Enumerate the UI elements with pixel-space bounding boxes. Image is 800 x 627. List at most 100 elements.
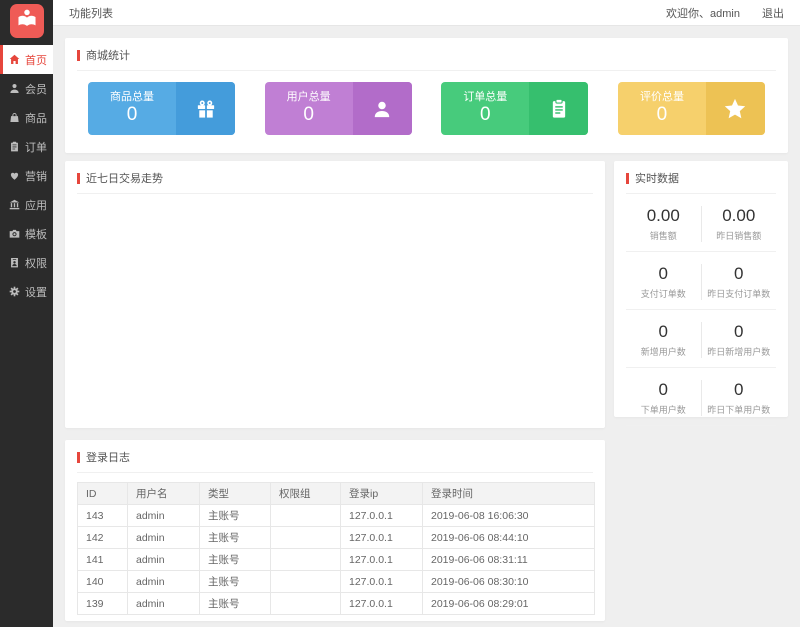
sidebar-item-label: 设置 (25, 286, 47, 299)
realtime-stat: 0 支付订单数 (626, 264, 702, 300)
table-cell: 127.0.0.1 (340, 548, 423, 571)
sidebar-item-home[interactable]: 首页 (0, 45, 53, 74)
sidebar-item-permissions[interactable]: 权限 (0, 248, 53, 277)
stat-value: 0 (658, 322, 668, 341)
logout-link[interactable]: 退出 (762, 5, 784, 21)
table-cell: 140 (77, 570, 128, 593)
accent-bar (77, 172, 80, 184)
stat-value: 0 (658, 264, 668, 283)
sidebar-item-label: 订单 (25, 141, 47, 154)
panel-title: 近七日交易走势 (86, 173, 163, 185)
table-cell: 127.0.0.1 (340, 592, 423, 615)
stat-value: 0 (734, 380, 744, 399)
sidebar-item-label: 营销 (25, 170, 47, 183)
trend-chart-area (65, 194, 605, 414)
table-cell: 141 (77, 548, 128, 571)
table-cell: 2019-06-06 08:30:10 (422, 570, 595, 593)
stat-value: 0 (734, 322, 744, 341)
stat-label: 昨日新增用户数 (707, 347, 771, 357)
sidebar-item-label: 会员 (25, 83, 47, 96)
sidebar-item-label: 首页 (25, 54, 47, 67)
table-cell: admin (127, 548, 200, 571)
accent-bar (77, 49, 80, 61)
star-icon (705, 82, 765, 135)
sidebar-item-products[interactable]: 商品 (0, 103, 53, 132)
bank-icon (9, 199, 20, 210)
col-header-type: 类型 (199, 482, 271, 505)
table-cell: 2019-06-06 08:31:11 (422, 548, 595, 571)
table-row: 141 admin 主账号 127.0.0.1 2019-06-06 08:31:11 (77, 548, 595, 571)
stat-label: 下单用户数 (640, 405, 686, 415)
id-badge-icon (9, 257, 20, 268)
login-log-table: ID 用户名 类型 权限组 登录ip 登录时间 143 admin 主账号 127.0… (77, 482, 595, 615)
sidebar-item-settings[interactable]: 设置 (0, 277, 53, 306)
panel-header: 近七日交易走势 (77, 161, 593, 194)
heart-icon (9, 170, 20, 181)
realtime-stat: 0 下单用户数 (626, 380, 702, 416)
realtime-stat: 0.00 销售额 (626, 206, 702, 242)
table-cell: 127.0.0.1 (340, 504, 423, 527)
reader-logo-icon (16, 8, 38, 35)
main-content: 商城统计 商品总量 0 用户总量 0 订单总量 0 评价总量 0 近七日交易走势… (53, 27, 800, 627)
user-icon (9, 83, 20, 94)
realtime-row: 0.00 销售额 0.00 昨日销售额 (626, 194, 776, 252)
sidebar-item-apps[interactable]: 应用 (0, 190, 53, 219)
table-cell: 主账号 (199, 548, 271, 571)
realtime-stat: 0 昨日新增用户数 (702, 322, 777, 358)
table-cell: 139 (77, 592, 128, 615)
realtime-stat: 0.00 昨日销售额 (702, 206, 777, 242)
stat-value: 0 (734, 264, 744, 283)
table-cell (270, 504, 341, 527)
stat-label: 昨日支付订单数 (707, 289, 771, 299)
realtime-stat: 0 昨日支付订单数 (702, 264, 777, 300)
table-cell: 主账号 (199, 570, 271, 593)
stat-card-label: 用户总量 (286, 91, 331, 103)
page-title: 功能列表 (69, 7, 113, 20)
panel-header: 实时数据 (626, 161, 776, 194)
stat-label: 新增用户数 (640, 347, 686, 357)
sidebar-item-marketing[interactable]: 营销 (0, 161, 53, 190)
realtime-stat: 0 新增用户数 (626, 322, 702, 358)
table-cell: 2019-06-06 08:29:01 (422, 592, 595, 615)
table-cell: 2019-06-06 08:44:10 (422, 526, 595, 549)
sidebar-menu: 首页 会员 商品 订单 营销 应用 模板 权限 设置 (0, 45, 53, 306)
table-cell (270, 526, 341, 549)
sidebar-item-members[interactable]: 会员 (0, 74, 53, 103)
clipboard-icon (529, 82, 589, 135)
realtime-data-panel: 实时数据 0.00 销售额 0.00 昨日销售额 0 支付订单数 0 昨日支付订… (614, 161, 788, 426)
home-icon (9, 54, 20, 65)
stat-card-products[interactable]: 商品总量 0 (88, 82, 235, 135)
table-cell: admin (127, 526, 200, 549)
table-row: 140 admin 主账号 127.0.0.1 2019-06-06 08:30:10 (77, 570, 595, 593)
panel-title: 商城统计 (86, 50, 130, 62)
stat-cards-row: 商品总量 0 用户总量 0 订单总量 0 评价总量 0 (65, 71, 788, 135)
sidebar-item-orders[interactable]: 订单 (0, 132, 53, 161)
table-cell: 主账号 (199, 504, 271, 527)
table-cell: 2019-06-08 16:06:30 (422, 504, 595, 527)
stat-card-users[interactable]: 用户总量 0 (264, 82, 412, 135)
stat-label: 昨日下单用户数 (707, 405, 771, 415)
stat-card-value: 0 (126, 104, 138, 125)
table-row: 142 admin 主账号 127.0.0.1 2019-06-06 08:44:10 (77, 526, 595, 549)
panel-title: 实时数据 (635, 173, 679, 185)
realtime-row: 0 新增用户数 0 昨日新增用户数 (626, 310, 776, 368)
table-cell: 127.0.0.1 (340, 526, 423, 549)
table-row: 139 admin 主账号 127.0.0.1 2019-06-06 08:29:01 (77, 592, 595, 615)
user-icon (352, 82, 412, 135)
gift-icon (176, 82, 235, 135)
table-cell: admin (127, 504, 200, 527)
sidebar-item-label: 应用 (25, 199, 47, 212)
stat-card-reviews[interactable]: 评价总量 0 (617, 82, 765, 135)
stat-label: 销售额 (649, 231, 677, 241)
col-header-permission-group: 权限组 (270, 482, 341, 505)
stat-card-label: 评价总量 (639, 91, 684, 103)
col-header-username: 用户名 (127, 482, 200, 505)
accent-bar (626, 172, 629, 184)
col-header-login-ip: 登录ip (340, 482, 423, 505)
camera-icon (9, 228, 20, 239)
app-logo[interactable] (10, 4, 44, 38)
mall-statistics-panel: 商城统计 商品总量 0 用户总量 0 订单总量 0 评价总量 0 (65, 38, 788, 153)
stat-label: 昨日销售额 (716, 231, 762, 241)
stat-card-orders[interactable]: 订单总量 0 (441, 82, 589, 135)
sidebar-item-templates[interactable]: 模板 (0, 219, 53, 248)
